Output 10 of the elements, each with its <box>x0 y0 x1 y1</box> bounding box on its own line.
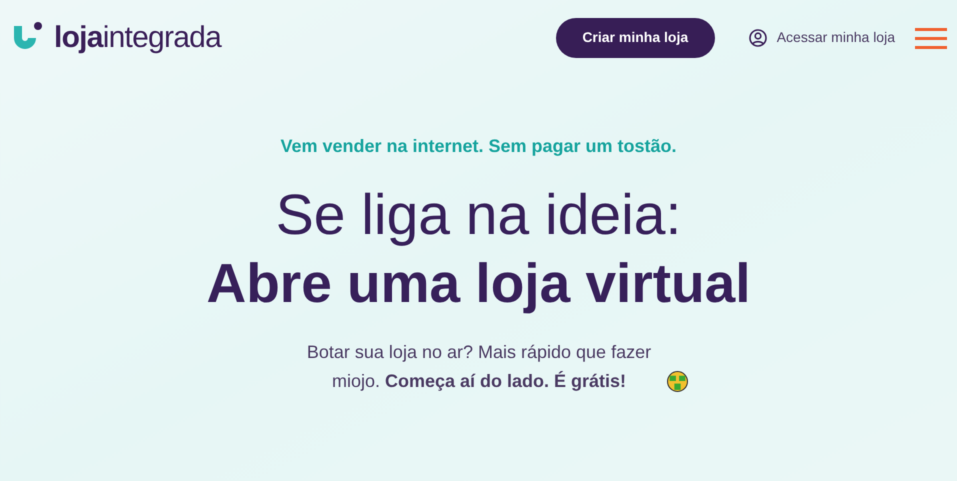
headline-line: Se liga na ideia: <box>276 182 682 248</box>
tagline: Vem vender na internet. Sem pagar um tostão. <box>280 135 677 158</box>
logo-text: lojaintegrada <box>54 20 222 56</box>
create-store-button[interactable]: Criar minha loja <box>556 18 715 58</box>
login-link[interactable]: Acessar minha loja <box>748 27 895 48</box>
user-icon <box>748 28 767 46</box>
menu-icon[interactable] <box>915 26 947 48</box>
money-face-icon <box>667 371 688 392</box>
headline-line: Abre uma loja virtual <box>206 251 751 316</box>
description: Botar sua loja no ar? Mais rápido que fazer miojo. Começa aí do lado. É grátis! <box>306 341 652 393</box>
